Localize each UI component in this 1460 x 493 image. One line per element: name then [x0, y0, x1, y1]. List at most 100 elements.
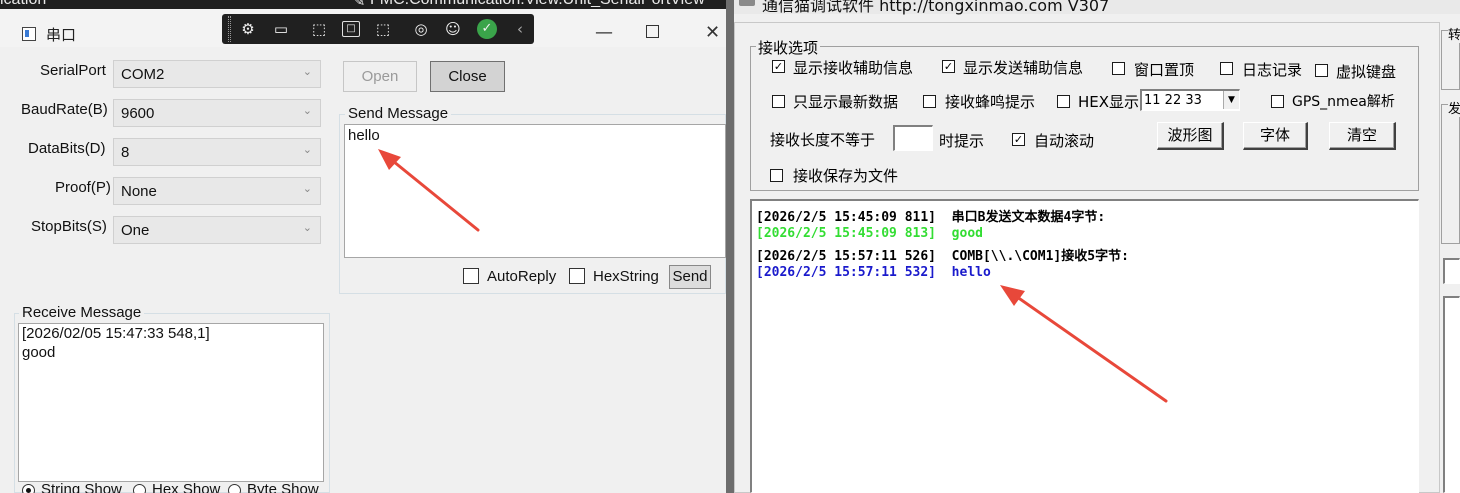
- log-line-2: [2026/2/5 15:45:09 813] good: [756, 226, 983, 241]
- auto-scroll-checkbox[interactable]: ✓: [1012, 133, 1025, 146]
- only-latest-checkbox[interactable]: [772, 95, 785, 108]
- byte-show-radio[interactable]: [228, 484, 241, 493]
- stopbits-combo[interactable]: One ⌄: [113, 216, 321, 244]
- close-port-button[interactable]: Close: [430, 61, 505, 92]
- collapse-toolbar-icon[interactable]: ‹: [509, 19, 531, 39]
- byte-show-label: Byte Show: [247, 481, 319, 493]
- length-prefix-label: 接收长度不等于: [770, 131, 876, 149]
- show-send-info-label: 显示发送辅助信息: [963, 59, 1084, 77]
- length-input[interactable]: [893, 125, 933, 151]
- right-edge-checkbox[interactable]: [1443, 258, 1460, 284]
- right-edge-label-mid: 发: [1448, 98, 1460, 117]
- gps-checkbox[interactable]: [1271, 95, 1284, 108]
- taskbar-left-text: ication: [0, 0, 46, 9]
- open-button[interactable]: Open: [343, 61, 417, 92]
- hex-format-combo[interactable]: 11 22 33 ▼: [1140, 89, 1240, 111]
- chevron-down-icon: ⌄: [302, 182, 312, 195]
- serialport-value: COM2: [121, 66, 165, 83]
- stopbits-value: One: [121, 222, 150, 239]
- checkmark-icon[interactable]: ✓: [477, 19, 497, 39]
- taskbar-mid-text: FMC.Communication.View.Unit_SerialPortVi…: [370, 0, 705, 9]
- databits-value: 8: [121, 144, 130, 161]
- toolbar-grip[interactable]: [228, 16, 231, 42]
- window-title: 串口: [46, 27, 77, 44]
- chevron-down-icon: ⌄: [302, 104, 312, 117]
- hex-show-label: Hex Show: [152, 481, 221, 493]
- length-suffix-label: 时提示: [939, 132, 985, 150]
- taskbar-strip: ication ✎ FMC.Communication.View.Unit_Se…: [0, 0, 726, 9]
- databits-label: DataBits(D): [28, 140, 106, 157]
- receive-message-title: Receive Message: [19, 304, 145, 321]
- track-focus-icon[interactable]: ⬚: [372, 19, 394, 39]
- serialport-label: SerialPort: [40, 62, 106, 79]
- live-tree-icon[interactable]: ⚙: [237, 19, 259, 39]
- receive-message-textbox[interactable]: [2026/02/05 15:47:33 548,1] good: [18, 323, 324, 482]
- topmost-label: 窗口置顶: [1134, 61, 1195, 79]
- baudrate-value: 9600: [121, 105, 155, 122]
- proof-combo[interactable]: None ⌄: [113, 177, 321, 205]
- show-recv-info-label: 显示接收辅助信息: [793, 59, 914, 77]
- hex-show-radio[interactable]: [133, 484, 146, 493]
- hexstring-checkbox[interactable]: [569, 268, 585, 284]
- chevron-down-icon[interactable]: ▼: [1223, 91, 1239, 109]
- right-window-title: 通信猫调试软件 http://tongxinmao.com V307: [762, 0, 1110, 15]
- topmost-checkbox[interactable]: [1112, 62, 1125, 75]
- show-recv-info-checkbox[interactable]: ✓: [772, 60, 785, 73]
- send-message-textbox[interactable]: hello: [344, 124, 726, 258]
- chevron-down-icon: ⌄: [302, 65, 312, 78]
- save-to-file-checkbox[interactable]: [770, 169, 783, 182]
- show-send-info-checkbox[interactable]: ✓: [942, 60, 955, 73]
- receive-line-2: good: [22, 344, 56, 361]
- log-line-4: [2026/2/5 15:57:11 532] hello: [756, 265, 991, 280]
- baudrate-label: BaudRate(B): [21, 101, 108, 118]
- hot-reload-icon[interactable]: ◎: [410, 19, 432, 39]
- send-text: hello: [348, 127, 380, 144]
- record-icon[interactable]: ▭: [270, 19, 292, 39]
- log-line-3: [2026/2/5 15:57:11 526] COMB[\\.\COM1]接收…: [756, 249, 1129, 264]
- gps-label: GPS_nmea解析: [1292, 94, 1395, 110]
- log-label: 日志记录: [1242, 61, 1303, 79]
- taskbar-mid-icon: ✎: [352, 0, 366, 9]
- only-latest-label: 只显示最新数据: [793, 93, 899, 111]
- right-edge-textbox[interactable]: [1443, 296, 1460, 493]
- beep-checkbox[interactable]: [923, 95, 936, 108]
- app-icon: [22, 27, 36, 41]
- proof-label: Proof(P): [55, 179, 111, 196]
- virtual-keyboard-checkbox[interactable]: [1315, 64, 1328, 77]
- waveform-button[interactable]: 波形图: [1157, 122, 1224, 150]
- baudrate-combo[interactable]: 9600 ⌄: [113, 99, 321, 127]
- autoreply-label: AutoReply: [487, 268, 557, 285]
- accessibility-icon[interactable]: ☺: [442, 19, 464, 39]
- right-edge-group-mid: [1441, 104, 1460, 244]
- string-show-radio[interactable]: [22, 484, 35, 493]
- right-edge-label-top: 转: [1448, 24, 1460, 43]
- autoreply-checkbox[interactable]: [463, 268, 479, 284]
- proof-value: None: [121, 183, 157, 200]
- stopbits-label: StopBits(S): [31, 218, 107, 235]
- app-icon: [739, 0, 755, 6]
- auto-scroll-label: 自动滚动: [1034, 132, 1095, 150]
- serialport-combo[interactable]: COM2 ⌄: [113, 60, 321, 88]
- send-message-title: Send Message: [345, 105, 452, 122]
- clear-button[interactable]: 清空: [1329, 122, 1396, 150]
- minimize-button[interactable]: —: [595, 22, 613, 43]
- font-button[interactable]: 字体: [1243, 122, 1308, 150]
- display-layout-icon[interactable]: □: [342, 21, 360, 37]
- log-checkbox[interactable]: [1220, 62, 1233, 75]
- receive-log[interactable]: [2026/2/5 15:45:09 811] 串口B发送文本数据4字节: [2…: [750, 199, 1419, 493]
- virtual-keyboard-label: 虚拟键盘: [1336, 63, 1397, 81]
- maximize-button[interactable]: [646, 25, 659, 38]
- hexstring-label: HexString: [593, 268, 659, 285]
- beep-label: 接收蜂鸣提示: [945, 93, 1036, 111]
- string-show-label: String Show: [41, 481, 122, 493]
- close-window-button[interactable]: ✕: [705, 22, 720, 43]
- chevron-down-icon: ⌄: [302, 221, 312, 234]
- log-line-1: [2026/2/5 15:45:09 811] 串口B发送文本数据4字节:: [756, 210, 1106, 225]
- receive-line-1: [2026/02/05 15:47:33 548,1]: [22, 325, 210, 342]
- hex-format-value: 11 22 33: [1144, 93, 1202, 108]
- send-button[interactable]: Send: [669, 265, 711, 289]
- hex-show-label: HEX显示: [1078, 93, 1140, 111]
- databits-combo[interactable]: 8 ⌄: [113, 138, 321, 166]
- select-element-icon[interactable]: ⬚: [308, 19, 330, 39]
- hex-show-checkbox[interactable]: [1057, 95, 1070, 108]
